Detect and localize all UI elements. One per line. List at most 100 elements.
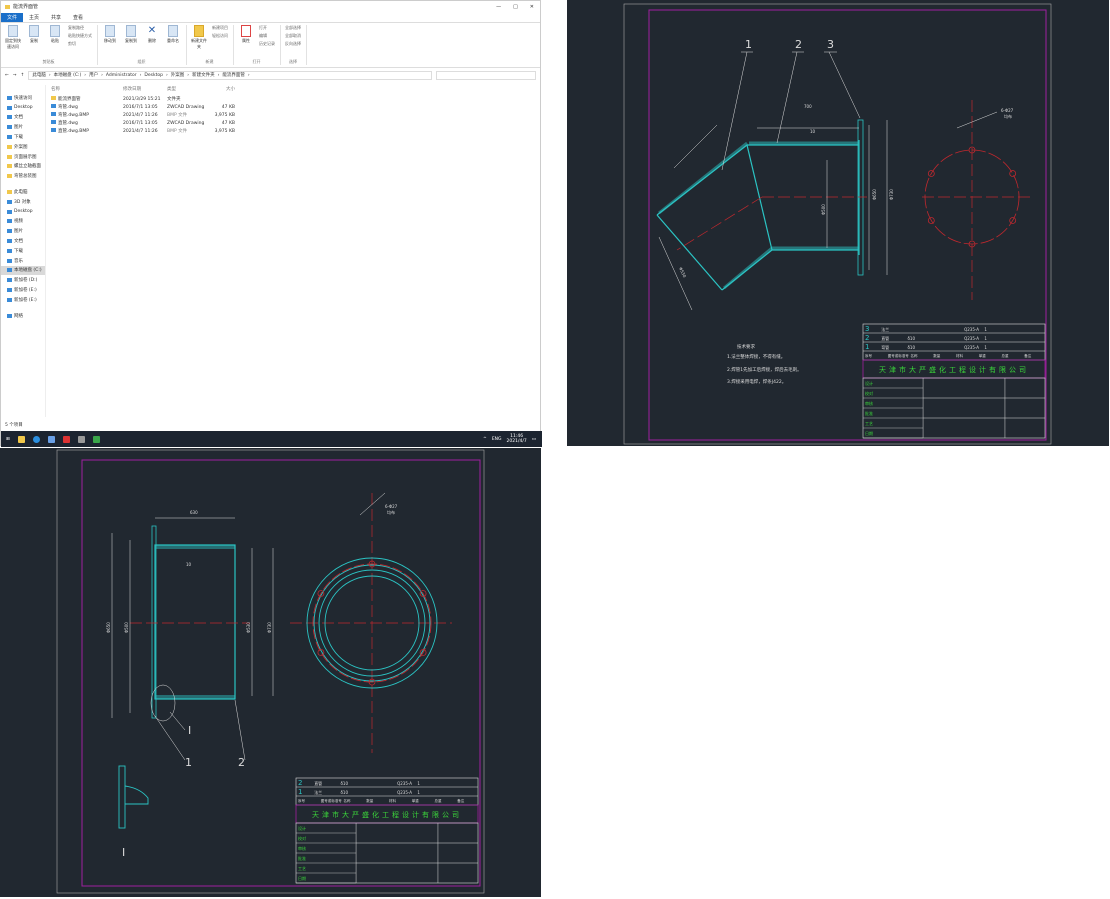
company-name: 天津市大严盛化工程设计有限公司 [312,810,462,819]
file-row[interactable]: 直管.dwg.BMP 2021/4/7 11:26 BMP 文件 3,975 KB [51,127,540,135]
search-input[interactable] [436,70,536,80]
part-no: 3 [865,325,869,333]
file-row[interactable]: 直管.dwg 2016/7/1 13:05 ZWCAD Drawing 47 KB [51,119,540,127]
column-size[interactable]: 大小 [207,86,235,92]
app-taskbar-icon[interactable] [47,435,55,443]
paste-button[interactable]: 粘贴 [47,25,63,44]
sidebar-item[interactable]: 此电脑 [1,187,45,197]
history-button[interactable]: 历史记录 [259,41,275,47]
breadcrumb-item[interactable]: 此电脑 [32,72,46,78]
explorer-taskbar-icon[interactable] [17,435,25,443]
move-to-button[interactable]: 移动到 [102,25,118,44]
sidebar-item[interactable]: 网络 [1,311,45,321]
back-button[interactable]: ← [5,73,9,78]
app2-taskbar-icon[interactable] [77,435,85,443]
sidebar-item[interactable]: 弯管总装图 [1,171,45,181]
sidebar-item[interactable]: Desktop [1,207,45,217]
sidebar-item[interactable]: 图片 [1,122,45,132]
sidebar-item[interactable]: 新加卷 (E:) [1,295,45,305]
open-button[interactable]: 打开 [259,25,275,31]
sidebar-item[interactable]: 快速访问 [1,93,45,103]
breadcrumb-item[interactable]: 本地磁盘 (C:) [54,72,82,78]
file-row[interactable]: 能流界面管 2021/3/29 15:21 文件夹 [51,95,540,103]
group-label: 剪贴板 [42,59,55,64]
dim-d4: Φ530 [678,266,687,278]
properties-button[interactable]: 属性 [238,25,254,44]
notification-icon[interactable]: ▭ [532,437,536,442]
cut-button[interactable]: 剪切 [68,41,92,47]
part-no: 1 [865,343,869,351]
block-label: 工艺 [865,421,873,426]
edit-button[interactable]: 编辑 [259,33,275,39]
group-label: 打开 [252,59,261,64]
select-all-button[interactable]: 全部选择 [285,25,301,31]
tab-file[interactable]: 文件 [1,12,24,22]
lang-indicator[interactable]: ENG [492,437,502,442]
sidebar-item[interactable]: 文档 [1,113,45,123]
sidebar-item[interactable]: 文档 [1,236,45,246]
copy-button[interactable]: 复制 [26,25,42,44]
breadcrumb-item[interactable]: Administrator [106,73,137,78]
sidebar-item[interactable]: 外案图 [1,142,45,152]
sidebar-item[interactable]: 音乐 [1,256,45,266]
group-label: 新建 [205,59,214,64]
file-name: 直管.dwg [58,121,78,126]
up-button[interactable]: ↑ [21,73,25,78]
breadcrumb-item[interactable]: 能流界面管 [222,72,245,78]
copy-to-button[interactable]: 复制到 [123,25,139,44]
sidebar-item[interactable]: 新加卷 (D:) [1,275,45,285]
close-button[interactable]: ✕ [530,4,534,10]
block-label: 设计 [298,825,306,831]
breadcrumb-item[interactable]: Desktop [144,73,163,78]
breadcrumb-item[interactable]: 外案图 [171,72,185,78]
dim-d3: Φ500 [124,622,129,633]
tab-share[interactable]: 共享 [45,13,67,22]
breadcrumb-item[interactable]: 新建文件夹 [192,72,215,78]
file-name: 弯管.dwg.BMP [58,113,89,118]
sidebar-item[interactable]: 图片 [1,226,45,236]
sidebar-item[interactable]: 页面展示图 [1,152,45,162]
column-date[interactable]: 修改日期 [123,86,167,92]
minimize-button[interactable]: — [496,4,501,10]
clock[interactable]: 11:46 2021/4/7 [507,434,527,444]
cad-taskbar-icon[interactable] [62,435,70,443]
sidebar-item[interactable]: 下载 [1,132,45,142]
invert-selection-button[interactable]: 反向选择 [285,41,301,47]
sidebar-item[interactable]: 螺丝立轴截面 [1,162,45,172]
sidebar-item[interactable]: 下载 [1,246,45,256]
select-none-button[interactable]: 全部取消 [285,33,301,39]
file-row[interactable]: 弯管.dwg.BMP 2021/4/7 11:26 BMP 文件 3,975 KB [51,111,540,119]
header-cell: 总重 [1002,353,1010,358]
rename-button[interactable]: 重命名 [165,25,181,44]
sidebar-item[interactable]: 本地磁盘 (C:) [1,265,45,276]
tab-home[interactable]: 主页 [23,13,45,22]
sidebar-item[interactable]: Desktop [1,103,45,113]
browser-taskbar-icon[interactable] [32,435,40,443]
bmp-file-icon [51,112,56,116]
forward-button[interactable]: → [13,73,17,78]
new-folder-button[interactable]: 新建文件夹 [191,25,207,50]
column-type[interactable]: 类型 [167,86,207,92]
sidebar-item[interactable]: 视频 [1,217,45,227]
sidebar-item-icon [7,288,12,293]
maximize-button[interactable]: □ [513,4,518,10]
tray-chevron-icon[interactable]: ^ [483,437,487,442]
copy-path-button[interactable]: 复制路径 [68,25,92,31]
new-item-button[interactable]: 新建项目 [212,25,228,31]
address-bar[interactable]: 此电脑 › 本地磁盘 (C:) › 用户 › Administrator › Desktop › 外… [28,70,432,80]
start-icon[interactable]: ⊞ [6,437,10,442]
sidebar-item[interactable]: 新加卷 (E:) [1,285,45,295]
delete-button[interactable]: ✕ 删除 [144,25,160,44]
file-row[interactable]: 弯管.dwg 2016/7/1 13:05 ZWCAD Drawing 47 KB [51,103,540,111]
pin-button[interactable]: 固定到快速访问 [5,25,21,50]
breadcrumb-item[interactable]: 用户 [89,72,98,78]
column-name[interactable]: 名称 [51,86,123,92]
breadcrumb-separator: › [247,72,250,78]
tab-view[interactable]: 查看 [67,13,89,22]
breadcrumb-separator: › [217,72,220,78]
sidebar-item[interactable]: 3D 对象 [1,197,45,207]
easy-access-button[interactable]: 轻松访问 [212,33,228,39]
excel-taskbar-icon[interactable] [92,435,100,443]
pipe-outline [151,525,236,719]
paste-shortcut-button[interactable]: 粘贴快捷方式 [68,33,92,39]
